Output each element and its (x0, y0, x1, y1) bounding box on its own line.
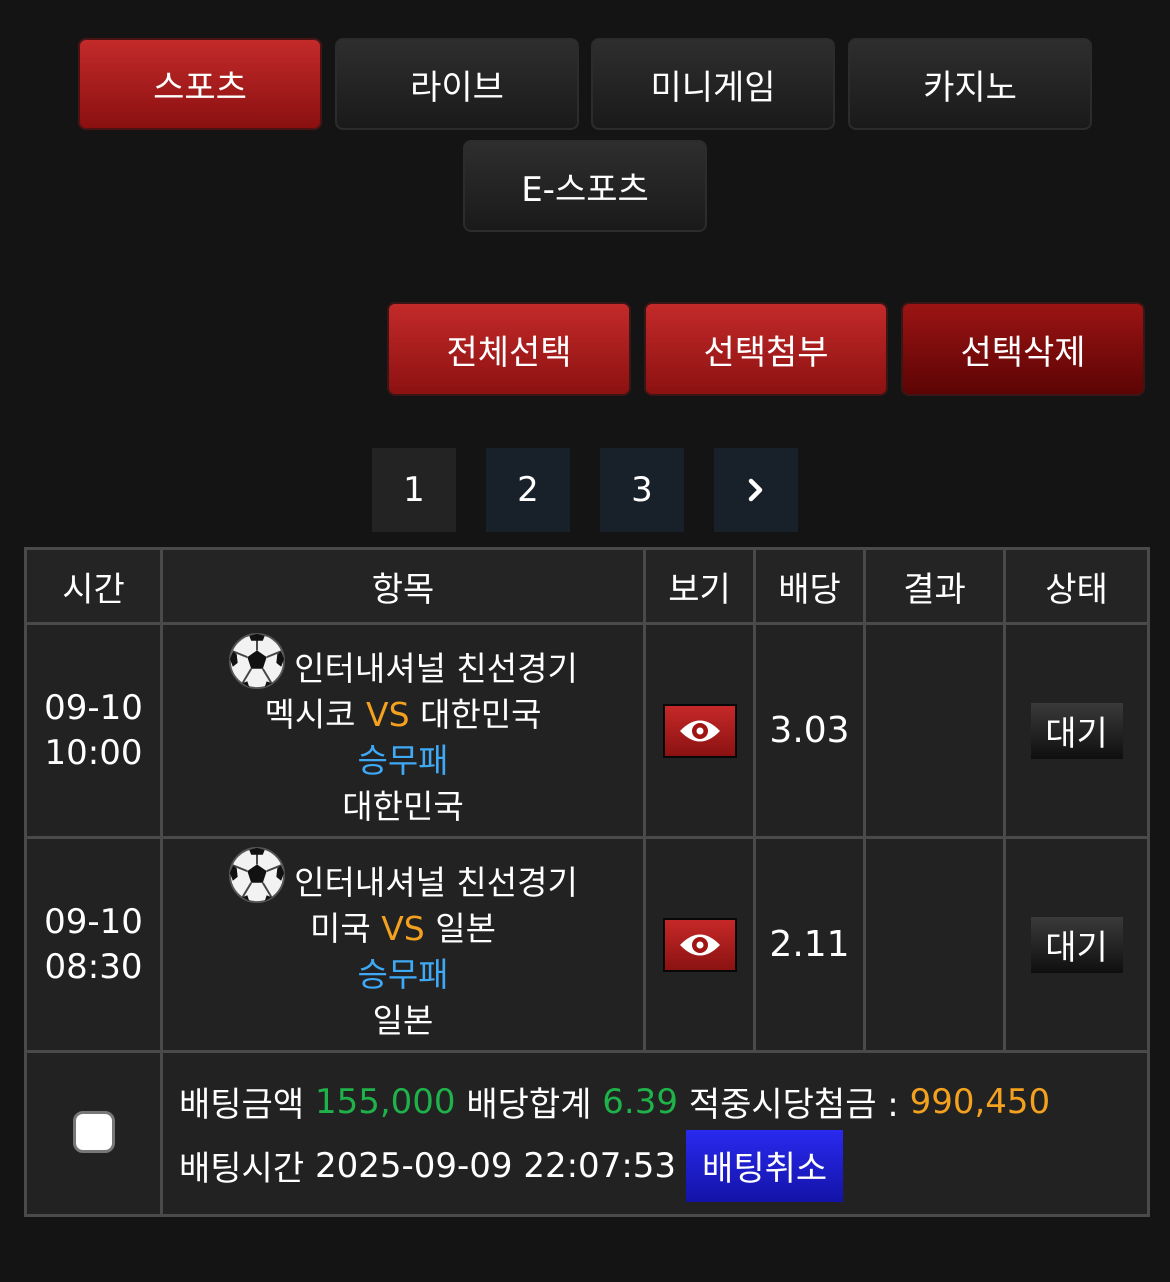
row-odds: 3.03 (753, 622, 866, 839)
total-odds-label: 배당합계 (466, 1085, 592, 1125)
row-date: 09-10 (44, 901, 143, 942)
market-type: 승무패 (357, 740, 449, 780)
page-3-button[interactable]: 3 (600, 448, 684, 532)
row-time: 08:30 (44, 946, 143, 987)
away-team: 대한민국 (420, 694, 542, 734)
vs-label: VS (366, 694, 410, 734)
next-page-button[interactable] (714, 448, 798, 532)
cancel-bet-button[interactable]: 배팅취소 (686, 1129, 844, 1202)
bet-pick: 대한민국 (342, 786, 464, 826)
chevron-right-icon (748, 478, 763, 502)
row-time-cell: 09-10 10:00 (24, 622, 163, 839)
header-view: 보기 (643, 547, 756, 625)
home-team: 멕시코 (264, 694, 356, 734)
table-row: 09-10 08:30 인터내셔널 친선경기 미국 VS 일본 승무패 일본 2… (24, 836, 1150, 1053)
away-team: 일본 (435, 908, 496, 948)
bet-select-checkbox[interactable] (72, 1110, 115, 1153)
eye-icon (679, 934, 720, 955)
payout-label: 적중시당첨금 : (688, 1085, 899, 1125)
row-item-cell: 인터내셔널 친선경기 미국 VS 일본 승무패 일본 (160, 836, 646, 1053)
market-type: 승무패 (357, 954, 449, 994)
row-status-cell: 대기 (1003, 622, 1150, 839)
bet-pick: 일본 (372, 1000, 434, 1040)
select-all-button[interactable]: 전체선택 (387, 302, 631, 396)
league-name: 인터내셔널 친선경기 (294, 862, 578, 902)
view-detail-button[interactable] (662, 917, 737, 972)
table-row: 09-10 10:00 인터내셔널 친선경기 멕시코 VS 대한민국 승무패 대… (24, 622, 1150, 839)
view-detail-button[interactable] (662, 703, 737, 758)
vs-label: VS (381, 908, 425, 948)
bet-amount-label: 배팅금액 (179, 1085, 305, 1125)
header-result: 결과 (863, 547, 1006, 625)
row-result (863, 836, 1006, 1053)
bet-amount: 155,000 (314, 1081, 456, 1122)
home-team: 미국 (310, 908, 371, 948)
delete-selected-button[interactable]: 선택삭제 (901, 302, 1145, 396)
header-item: 항목 (160, 547, 646, 625)
row-date: 09-10 (44, 687, 143, 728)
row-odds: 2.11 (753, 836, 866, 1053)
table-header-row: 시간 항목 보기 배당 결과 상태 (24, 547, 1150, 625)
tab-esports[interactable]: E-스포츠 (463, 140, 707, 232)
row-time: 10:00 (44, 732, 143, 773)
row-view-cell (643, 622, 756, 839)
bet-time: 2025-09-09 22:07:53 (314, 1145, 677, 1186)
league-name: 인터내셔널 친선경기 (294, 648, 578, 688)
tab-sports[interactable]: 스포츠 (78, 38, 322, 130)
row-item-cell: 인터내셔널 친선경기 멕시코 VS 대한민국 승무패 대한민국 (160, 622, 646, 839)
status-badge: 대기 (1030, 702, 1123, 759)
payout-amount: 990,450 (909, 1081, 1051, 1122)
row-time-cell: 09-10 08:30 (24, 836, 163, 1053)
summary-row: 배팅금액 155,000 배당합계 6.39 적중시당첨금 : 990,450 … (24, 1050, 1150, 1217)
attach-selected-button[interactable]: 선택첨부 (644, 302, 888, 396)
tab-minigame[interactable]: 미니게임 (591, 38, 835, 130)
row-result (863, 622, 1006, 839)
row-view-cell (643, 836, 756, 1053)
page-2-button[interactable]: 2 (486, 448, 570, 532)
header-status: 상태 (1003, 547, 1150, 625)
tab-casino[interactable]: 카지노 (848, 38, 1092, 130)
soccer-ball-icon (229, 632, 286, 689)
page-1-button[interactable]: 1 (372, 448, 456, 532)
header-time: 시간 (24, 547, 163, 625)
tab-live[interactable]: 라이브 (335, 38, 579, 130)
row-status-cell: 대기 (1003, 836, 1150, 1053)
soccer-ball-icon (229, 846, 286, 903)
total-odds: 6.39 (602, 1081, 678, 1122)
status-badge: 대기 (1030, 916, 1123, 973)
bet-history-table: 시간 항목 보기 배당 결과 상태 09-10 10:00 인터내셔널 친선경기… (24, 547, 1150, 1217)
bet-summary: 배팅금액 155,000 배당합계 6.39 적중시당첨금 : 990,450 … (160, 1050, 1150, 1217)
header-odds: 배당 (753, 547, 866, 625)
select-cell (24, 1050, 163, 1217)
eye-icon (679, 720, 720, 741)
bet-time-label: 배팅시간 (179, 1149, 305, 1189)
